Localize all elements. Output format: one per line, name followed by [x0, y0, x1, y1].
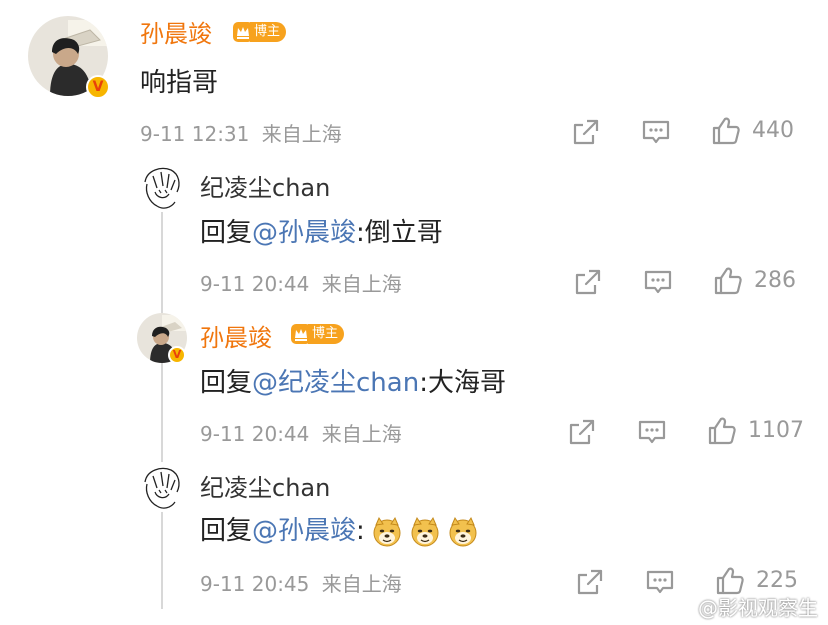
reply-thread-line: [161, 212, 163, 609]
share-icon[interactable]: [570, 116, 602, 148]
username[interactable]: 纪凌尘chan: [200, 168, 330, 203]
comment-icon[interactable]: [640, 116, 672, 148]
reply-text: 回复@孙晨竣:倒立哥: [200, 218, 443, 248]
mention-link[interactable]: @孙晨竣: [252, 218, 356, 248]
like-icon[interactable]: [712, 265, 744, 297]
mention-link[interactable]: @纪凌尘chan: [252, 368, 419, 398]
like-icon[interactable]: [706, 415, 738, 447]
like-count: 286: [754, 268, 796, 293]
blogger-badge: 博主: [232, 20, 287, 44]
doge-emoji-icon: [371, 516, 403, 548]
like-icon[interactable]: [710, 115, 742, 147]
reply-text: 回复@纪凌尘chan:大海哥: [200, 368, 506, 398]
verified-badge-icon: V: [168, 346, 186, 364]
like-count: 225: [756, 568, 798, 593]
doge-emoji-icon: [447, 516, 479, 548]
share-icon[interactable]: [572, 266, 604, 298]
comment-time: 9-11 12:31 来自上海: [140, 122, 342, 146]
verified-badge-icon: V: [86, 75, 110, 99]
mention-link[interactable]: @孙晨竣: [252, 516, 356, 546]
share-icon[interactable]: [574, 566, 606, 598]
avatar[interactable]: [137, 462, 187, 512]
reply-time: 9-11 20:44 来自上海: [200, 422, 402, 446]
comment-icon[interactable]: [644, 566, 676, 598]
username[interactable]: 纪凌尘chan: [200, 468, 330, 503]
avatar[interactable]: [137, 162, 187, 212]
watermark: @影视观察生: [698, 596, 818, 620]
blogger-badge: 博主: [290, 322, 345, 346]
username[interactable]: 孙晨竣: [200, 318, 272, 353]
comment-icon[interactable]: [636, 416, 668, 448]
reply-text: 回复@孙晨竣:: [200, 510, 479, 548]
comment-icon[interactable]: [642, 266, 674, 298]
comment-text: 响指哥: [140, 68, 219, 98]
reply-time: 9-11 20:44 来自上海: [200, 272, 402, 296]
like-count: 440: [752, 118, 794, 143]
reply-time: 9-11 20:45 来自上海: [200, 572, 402, 596]
like-count: 1107: [748, 418, 804, 443]
doge-emoji-icon: [409, 516, 441, 548]
share-icon[interactable]: [566, 416, 598, 448]
username[interactable]: 孙晨竣: [140, 14, 212, 49]
